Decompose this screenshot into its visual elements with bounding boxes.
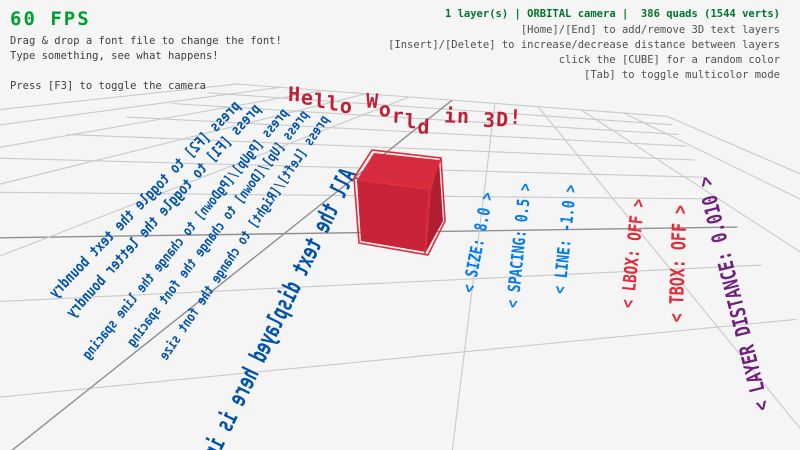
wave-letter: d (417, 114, 431, 138)
stats-line: 1 layer(s) | ORBITAL camera | 386 quads … (445, 8, 780, 20)
wave-letter: e (301, 85, 315, 109)
wave-letter: ! (509, 105, 523, 129)
wave-letter: o (379, 97, 393, 121)
wave-letter: o (339, 94, 353, 118)
wave-letter (353, 84, 367, 108)
wave-letter: l (326, 91, 340, 115)
wave-letter: l (314, 89, 328, 113)
help-line: [Home]/[End] to add/remove 3D text layer… (388, 23, 780, 38)
help-text: [Home]/[End] to add/remove 3D text layer… (388, 23, 780, 83)
instruction-line: Drag & drop a font file to change the fo… (10, 34, 282, 49)
wave-letter: W (366, 89, 380, 113)
wave-letter: D (496, 107, 510, 131)
fps-counter: 60 FPS (10, 8, 91, 30)
wave-letter: n (457, 104, 471, 128)
wave-letter: l (404, 109, 418, 133)
app-window: < SIZE: 8.0 >< SPACING: 0.5 >< LINE: -1.… (0, 0, 800, 450)
wave-letter (431, 87, 445, 111)
wave-letter: i (444, 103, 458, 127)
cube-front-face[interactable] (357, 180, 431, 252)
instruction-line: Press [F3] to toggle the camera (10, 79, 282, 94)
wave-letter: r (391, 104, 405, 128)
instruction-line (10, 64, 282, 79)
wave-letter: H (288, 82, 302, 106)
help-line: click the [CUBE] for a random color (388, 53, 780, 68)
help-line: [Tab] to toggle multicolor mode (388, 68, 780, 83)
help-line: [Insert]/[Delete] to increase/decrease d… (388, 38, 780, 53)
instructions-text: Drag & drop a font file to change the fo… (10, 34, 282, 94)
wave-letter: 3 (483, 108, 497, 132)
instruction-line: Type something, see what happens! (10, 49, 282, 64)
wave-letter (470, 88, 484, 112)
